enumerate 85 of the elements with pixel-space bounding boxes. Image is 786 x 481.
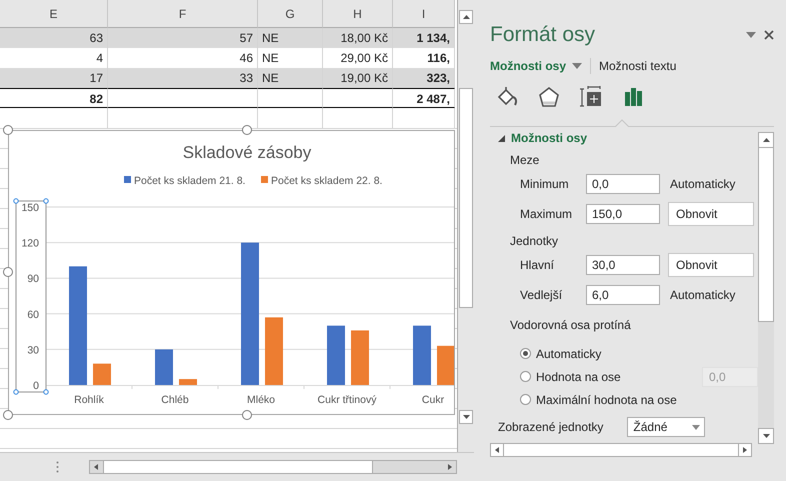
number-input[interactable]: 6,0 bbox=[586, 285, 660, 305]
status-text: Automaticky bbox=[670, 177, 736, 191]
axis-selection-frame[interactable] bbox=[13, 198, 49, 395]
table-cell: 19,00 Kč bbox=[323, 68, 393, 88]
chart-title: Skladové zásoby bbox=[182, 143, 312, 162]
radio-button[interactable] bbox=[520, 394, 531, 405]
table-cell: 2 487, bbox=[393, 88, 455, 108]
down-arrow-icon bbox=[762, 434, 770, 438]
category-label: Rohlík bbox=[74, 394, 104, 406]
paint-bucket-icon[interactable] bbox=[496, 86, 518, 108]
table-cell: 63 bbox=[0, 28, 108, 48]
axis-tick-label: 150 bbox=[21, 202, 39, 214]
close-icon[interactable] bbox=[764, 30, 774, 40]
field-label: Maximum bbox=[520, 207, 574, 221]
legend-label: Počet ks skladem 22. 8. bbox=[271, 175, 382, 187]
axis-tick-label: 0 bbox=[33, 380, 39, 392]
scroll-up-button[interactable] bbox=[459, 10, 473, 24]
field-label: Zobrazené jednotky bbox=[498, 420, 604, 434]
size-properties-icon[interactable] bbox=[580, 86, 602, 108]
table-cell: NE bbox=[258, 68, 323, 88]
axis-tick-label: 90 bbox=[27, 273, 39, 286]
table-cell: 33 bbox=[108, 68, 258, 88]
category-label: Cukr třtinový bbox=[318, 394, 376, 406]
expanded-triangle-icon[interactable] bbox=[498, 134, 505, 142]
scroll-up-button[interactable] bbox=[758, 132, 774, 148]
field-label: Minimum bbox=[520, 177, 570, 191]
axis-tick-label: 60 bbox=[27, 308, 39, 321]
reset-button[interactable]: Obnovit bbox=[668, 202, 754, 226]
field-label: Vedlejší bbox=[520, 288, 564, 302]
up-arrow-icon bbox=[762, 138, 770, 142]
caret-icon[interactable] bbox=[692, 424, 700, 430]
column-header[interactable]: I bbox=[393, 0, 455, 28]
resize-handle[interactable] bbox=[242, 125, 252, 135]
resize-handle[interactable] bbox=[3, 125, 13, 135]
resize-handle[interactable] bbox=[3, 267, 13, 277]
table-cell: 18,00 Kč bbox=[323, 28, 393, 48]
resize-handle[interactable] bbox=[242, 410, 252, 420]
up-arrow-icon bbox=[462, 15, 470, 19]
pane-title: Formát osy bbox=[490, 23, 596, 47]
table-cell: 323, bbox=[393, 68, 455, 88]
column-header[interactable]: F bbox=[108, 0, 258, 28]
table-cell: 82 bbox=[0, 88, 108, 108]
horizontal-scrollbar-thumb[interactable] bbox=[103, 461, 373, 473]
field-label: Hlavní bbox=[520, 258, 556, 272]
resize-handle[interactable] bbox=[3, 410, 13, 420]
legend-label: Počet ks skladem 21. 8. bbox=[134, 175, 246, 187]
caret-icon[interactable] bbox=[746, 32, 756, 38]
category-label: Chléb bbox=[161, 394, 189, 406]
caret-icon[interactable] bbox=[572, 63, 582, 69]
radio-label[interactable]: Maximální hodnota na ose bbox=[536, 392, 677, 406]
tab[interactable]: Možnosti textu bbox=[599, 59, 676, 73]
vertical-scrollbar-thumb[interactable] bbox=[758, 148, 774, 322]
units-dropdown[interactable]: Žádné bbox=[627, 417, 706, 437]
status-text: Automaticky bbox=[670, 288, 736, 302]
bar-chart-icon[interactable] bbox=[622, 86, 644, 108]
table-cell: 1 134, bbox=[393, 28, 455, 48]
column-header[interactable]: E bbox=[0, 0, 108, 28]
number-input[interactable]: 0,0 bbox=[586, 174, 660, 194]
splitter-dots-icon[interactable] bbox=[56, 461, 59, 473]
axis-tick-label: 30 bbox=[27, 344, 39, 356]
section-header[interactable]: Možnosti osy bbox=[498, 128, 758, 148]
pentagon-icon[interactable] bbox=[538, 86, 560, 108]
category-label: Cukr bbox=[422, 394, 444, 406]
vertical-scrollbar-thumb[interactable] bbox=[459, 88, 473, 308]
group-label: Jednotky bbox=[510, 233, 560, 250]
tab[interactable]: Možnosti osy bbox=[490, 59, 582, 73]
group-label: Vodorovná osa protíná bbox=[510, 317, 632, 334]
column-header[interactable]: G bbox=[258, 0, 323, 28]
number-input[interactable]: 150,0 bbox=[586, 204, 660, 224]
number-input[interactable]: 30,0 bbox=[586, 255, 660, 275]
axis-tick-label: 120 bbox=[21, 238, 39, 250]
table-cell: 57 bbox=[108, 28, 258, 48]
down-arrow-icon bbox=[462, 415, 470, 419]
table-cell: 17 bbox=[0, 68, 108, 88]
reset-button[interactable]: Obnovit bbox=[668, 253, 754, 277]
scroll-down-button[interactable] bbox=[459, 410, 473, 424]
table-cell: NE bbox=[258, 28, 323, 48]
column-header[interactable]: H bbox=[323, 0, 393, 28]
chart-area[interactable]: Skladové zásoby Počet ks skladem 21. 8. Počet ks skladem 22. 8. 0 30 60 90 120 150 Rohlík Chléb Mléko Cukr třtinový Cukr bbox=[8, 130, 455, 415]
scroll-down-button[interactable] bbox=[758, 428, 774, 444]
horizontal-scrollbar-thumb[interactable] bbox=[503, 444, 739, 456]
group-label: Meze bbox=[510, 152, 540, 169]
radio-button[interactable] bbox=[520, 348, 531, 359]
radio-label[interactable]: Automaticky bbox=[536, 346, 602, 360]
category-label: Mléko bbox=[247, 394, 275, 406]
